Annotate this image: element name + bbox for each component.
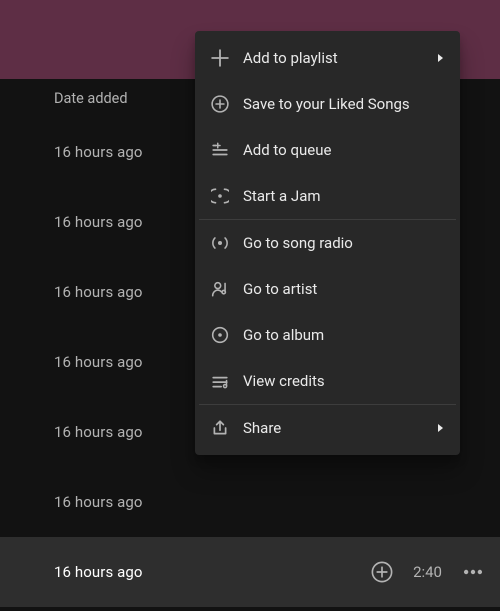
- menu-item[interactable]: Add to queue: [199, 127, 456, 173]
- menu-item-label: Go to album: [243, 326, 446, 344]
- more-options-button[interactable]: [460, 559, 486, 585]
- menu-item-label: Add to queue: [243, 141, 446, 159]
- share-icon: [211, 419, 229, 437]
- menu-item[interactable]: Share: [199, 405, 456, 451]
- app-root: Date added 16 hours ago16 hours ago16 ho…: [0, 0, 500, 611]
- track-date-added: 16 hours ago: [54, 563, 143, 581]
- menu-item[interactable]: Go to song radio: [199, 220, 456, 266]
- menu-item-label: Start a Jam: [243, 187, 446, 205]
- jam-icon: [211, 187, 229, 205]
- plus-icon: [211, 49, 229, 67]
- track-row[interactable]: 16 hours ago 2:40: [0, 537, 500, 607]
- chevron-right-icon: [434, 52, 446, 64]
- menu-item[interactable]: Save to your Liked Songs: [199, 81, 456, 127]
- track-date-added: 16 hours ago: [54, 353, 143, 371]
- add-to-liked-button[interactable]: [369, 559, 395, 585]
- column-header-date-added: Date added: [54, 90, 128, 107]
- track-row[interactable]: 16 hours ago: [0, 467, 500, 537]
- menu-item[interactable]: Start a Jam: [199, 173, 456, 219]
- track-duration: 2:40: [413, 563, 442, 581]
- radio-icon: [211, 234, 229, 252]
- menu-item[interactable]: Add to playlist: [199, 35, 456, 81]
- menu-item[interactable]: Go to album: [199, 312, 456, 358]
- track-date-added: 16 hours ago: [54, 283, 143, 301]
- track-date-added: 16 hours ago: [54, 143, 143, 161]
- menu-item[interactable]: View credits: [199, 358, 456, 404]
- album-icon: [211, 326, 229, 344]
- menu-item-label: Save to your Liked Songs: [243, 95, 446, 113]
- menu-item-label: Add to playlist: [243, 49, 420, 67]
- credits-icon: [211, 372, 229, 390]
- track-date-added: 16 hours ago: [54, 423, 143, 441]
- menu-item-label: Go to artist: [243, 280, 446, 298]
- menu-item-label: View credits: [243, 372, 446, 390]
- context-menu[interactable]: Add to playlist Save to your Liked Songs A…: [195, 31, 460, 455]
- track-date-added: 16 hours ago: [54, 213, 143, 231]
- save-liked-icon: [211, 95, 229, 113]
- artist-icon: [211, 280, 229, 298]
- track-date-added: 16 hours ago: [54, 493, 143, 511]
- menu-item-label: Go to song radio: [243, 234, 446, 252]
- queue-icon: [211, 141, 229, 159]
- track-row-actions: 2:40: [369, 537, 486, 607]
- chevron-right-icon: [434, 422, 446, 434]
- menu-item[interactable]: Go to artist: [199, 266, 456, 312]
- menu-item-label: Share: [243, 419, 420, 437]
